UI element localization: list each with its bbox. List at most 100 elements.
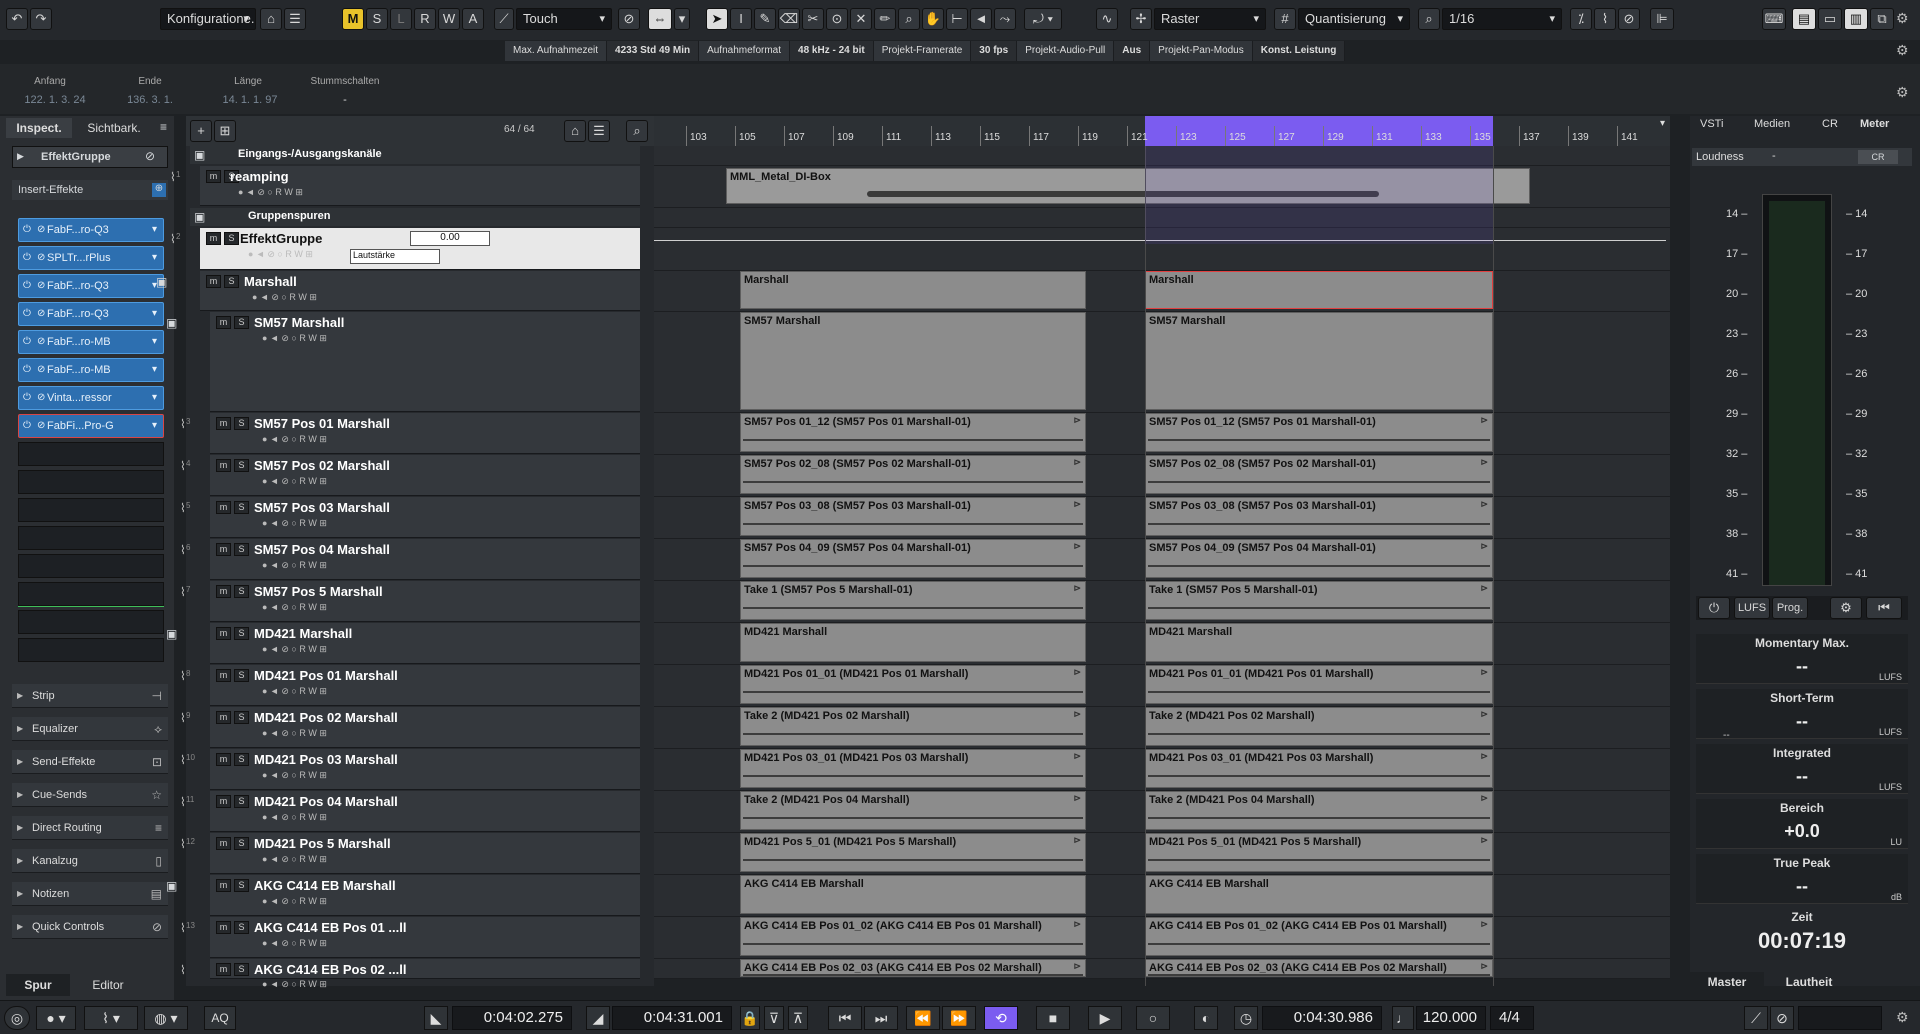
info-value[interactable]: 30 fps [971, 41, 1018, 61]
mute-button[interactable]: m [216, 711, 231, 724]
iq-icon[interactable]: ⁒ [1570, 8, 1592, 30]
automation-global-button[interactable]: A [462, 8, 484, 30]
track-controls[interactable]: ● ◄ ⊘ ○ R W ⊞ [262, 476, 327, 488]
keyboard-icon[interactable]: ⌨ [1762, 8, 1786, 30]
reset-icon[interactable]: ⏮ [1866, 597, 1902, 619]
audio-event[interactable]: AKG C414 EB Marshall [1145, 875, 1493, 914]
home-icon[interactable]: ⌂ [564, 120, 586, 142]
audio-event[interactable]: SM57 Pos 01_12 (SM57 Pos 01 Marshall-01)… [1145, 413, 1493, 452]
right-locator-field[interactable]: 0:04:31.001 [612, 1006, 732, 1030]
mute-global-button[interactable]: M [342, 8, 364, 30]
insert-slot-empty[interactable] [18, 554, 164, 578]
track-row[interactable]: 13 m S AKG C414 EB Pos 01 ...ll ● ◄ ⊘ ○ R W … [186, 917, 640, 958]
mute-button[interactable]: m [216, 501, 231, 514]
insert-slot[interactable]: ⏻ ⊘ FabFi...Pro-G ▾ [18, 414, 164, 438]
mute-tool-icon[interactable]: ✕ [850, 8, 872, 30]
audio-event[interactable]: AKG C414 EB Pos 02_03 (AKG C414 EB Pos 0… [1145, 959, 1493, 977]
audio-event[interactable]: AKG C414 EB Pos 02_03 (AKG C414 EB Pos 0… [740, 959, 1086, 977]
solo-button[interactable]: S [224, 275, 239, 288]
undo-icon[interactable]: ↶ [6, 8, 28, 30]
track-row[interactable]: m S MD421 Marshall ● ◄ ⊘ ○ R W ⊞ [210, 623, 640, 664]
menu-icon[interactable]: ≡ [160, 120, 167, 134]
section-notes[interactable]: Notizen▤ [12, 882, 168, 906]
insert-effects-header[interactable]: Insert-Effekte ⊕ [12, 180, 168, 200]
snap-toggle-button[interactable]: ⇔ [648, 8, 672, 30]
add-track-icon[interactable]: + [190, 120, 212, 142]
track-row[interactable]: 10 m S MD421 Pos 03 Marshall ● ◄ ⊘ ○ R W ⊞ [186, 749, 640, 790]
prog-button[interactable]: Prog. [1772, 597, 1808, 619]
solo-button[interactable]: S [234, 501, 249, 514]
solo-button[interactable]: S [234, 921, 249, 934]
track-controls[interactable]: ● ◄ ⊘ ○ R W ⊞ [262, 602, 327, 614]
forward-icon[interactable]: ⏩ [942, 1006, 976, 1030]
mute-button[interactable]: m [216, 459, 231, 472]
folder-groups[interactable]: ▣ Gruppenspuren [190, 208, 640, 226]
mute-button[interactable]: m [206, 275, 221, 288]
gear-icon[interactable]: ⚙ [1830, 597, 1862, 619]
automation-mode-dropdown[interactable]: Touch [516, 8, 612, 30]
config-dropdown[interactable]: Konfiguratione. [160, 8, 256, 30]
aq-button[interactable]: AQ [204, 1006, 236, 1030]
punch-in-icon[interactable]: ⊽ [764, 1006, 784, 1030]
audio-event[interactable]: SM57 Pos 03_08 (SM57 Pos 03 Marshall-01)… [1145, 497, 1493, 536]
gear-icon[interactable]: ⚙ [1896, 84, 1909, 101]
quantize-icon[interactable]: # [1274, 8, 1296, 30]
audio-event[interactable]: MD421 Pos 03_01 (MD421 Pos 03 Marshall) ⊳ [1145, 749, 1493, 788]
bypass-icon[interactable]: ⊕ [152, 183, 166, 197]
tab-track[interactable]: Spur [6, 974, 70, 996]
insert-slot[interactable]: ⏻ ⊘ FabF...ro-MB ▾ [18, 358, 164, 382]
edit-icon[interactable]: ⊘ [1770, 1006, 1794, 1030]
audio-event[interactable]: SM57 Pos 04_09 (SM57 Pos 04 Marshall-01)… [740, 539, 1086, 578]
audio-event[interactable]: Marshall [1145, 271, 1493, 309]
select-tool-icon[interactable]: ➤ [706, 8, 728, 30]
tempo-field[interactable]: 120.000 [1416, 1006, 1486, 1030]
track-row[interactable]: 5 m S SM57 Pos 03 Marshall ● ◄ ⊘ ○ R W ⊞ [186, 497, 640, 538]
quantize-reset-icon[interactable]: ⊘ [1618, 8, 1640, 30]
audio-event[interactable]: SM57 Marshall [1145, 312, 1493, 410]
hand-tool-icon[interactable]: ✋ [922, 8, 944, 30]
solo-button[interactable]: S [234, 795, 249, 808]
tab-inspector[interactable]: Inspect. [6, 118, 72, 138]
gear-icon[interactable]: ⚙ [1896, 10, 1909, 27]
audio-event[interactable]: SM57 Pos 01_12 (SM57 Pos 01 Marshall-01)… [740, 413, 1086, 452]
audio-event[interactable]: SM57 Marshall [740, 312, 1086, 410]
track-row[interactable]: 7 m S SM57 Pos 5 Marshall ● ◄ ⊘ ○ R W ⊞ [186, 581, 640, 622]
play-icon[interactable]: ▶ [1088, 1006, 1122, 1030]
folder-icon[interactable]: ▣ [166, 316, 177, 330]
audio-event[interactable]: Take 2 (MD421 Pos 04 Marshall) ⊳ [1145, 791, 1493, 830]
folder-io[interactable]: ▣ Eingangs-/Ausgangskanäle [190, 146, 640, 164]
tab-meter[interactable]: Meter [1860, 118, 1889, 130]
audio-event[interactable]: Take 2 (MD421 Pos 02 Marshall) ⊳ [1145, 707, 1493, 746]
audio-event[interactable]: AKG C414 EB Marshall [740, 875, 1086, 914]
section-send-effects[interactable]: Send-Effekte⊡ [12, 750, 168, 774]
chevron-down-icon[interactable]: ▾ [674, 8, 690, 30]
audio-event[interactable]: Take 2 (MD421 Pos 04 Marshall) ⊳ [740, 791, 1086, 830]
track-controls[interactable]: ● ◄ ⊘ ○ R W ⊞ [262, 979, 327, 991]
right-zone-icon[interactable]: ▥ [1844, 8, 1868, 30]
volume-field[interactable]: 0.00 [410, 231, 490, 246]
gear-icon[interactable]: ⚙ [1896, 1009, 1909, 1026]
track-controls[interactable]: ● ◄ ⊘ ○ R W ⊞ [262, 434, 327, 446]
track-controls[interactable]: ● ◄ ⊘ ○ R W ⊞ [262, 518, 327, 530]
quantize-dropdown[interactable]: Quantisierung [1298, 8, 1410, 30]
info-value[interactable]: 48 kHz - 24 bit [790, 41, 874, 61]
track-controls[interactable]: ● ◄ ⊘ ○ R W ⊞ [262, 854, 327, 866]
inspector-track-header[interactable]: ▶ EffektGruppe ⊘ [12, 146, 168, 168]
signature-field[interactable]: 4/4 [1490, 1006, 1534, 1030]
left-locator-field[interactable]: 0:04:02.275 [452, 1006, 572, 1030]
rewind-icon[interactable]: ⏪ [906, 1006, 940, 1030]
grid-type-dropdown[interactable]: Raster [1154, 8, 1266, 30]
audio-event[interactable]: SM57 Pos 04_09 (SM57 Pos 04 Marshall-01)… [1145, 539, 1493, 578]
home-icon[interactable]: ⌂ [260, 8, 282, 30]
tab-loudness[interactable]: Lautheit [1766, 972, 1852, 992]
audio-event[interactable]: AKG C414 EB Pos 01_02 (AKG C414 EB Pos 0… [740, 917, 1086, 956]
audio-event[interactable]: MD421 Marshall [1145, 623, 1493, 662]
glue-tool-icon[interactable]: ⊙ [826, 8, 848, 30]
insert-slot[interactable]: ⏻ ⊘ FabF...ro-Q3 ▾ [18, 274, 164, 298]
power-icon[interactable]: ⏻ [1698, 597, 1730, 619]
waveform-icon[interactable]: ⌇ ▾ [84, 1006, 138, 1030]
stop-icon[interactable]: ■ [1036, 1006, 1070, 1030]
tab-visibility[interactable]: Sichtbark. [76, 118, 152, 138]
track-row[interactable]: 3 m S SM57 Pos 01 Marshall ● ◄ ⊘ ○ R W ⊞ [186, 413, 640, 454]
info-value[interactable]: Aus [1114, 41, 1151, 61]
